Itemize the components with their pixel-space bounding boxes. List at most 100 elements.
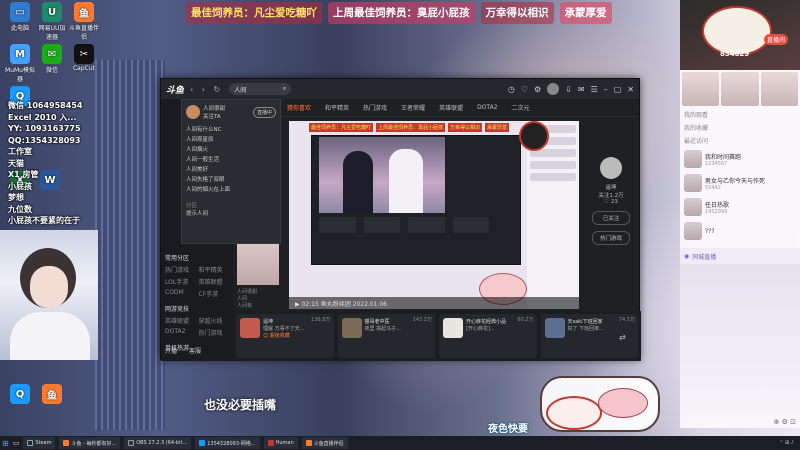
chat-section-watching[interactable]: 我的观看 [680,108,800,121]
preview-card[interactable]: 136.8万 遥坤 理解 万事不了天... ☺ 超级收藏 [236,314,334,358]
thumbnail[interactable] [682,72,720,106]
taskbar-item-label: Steam [35,440,52,446]
follow-button[interactable]: 已关注 [592,211,630,225]
avatar[interactable] [600,157,622,179]
tab-peace-elite[interactable]: 和平精英 [325,103,349,112]
taskbar-item[interactable]: 1354328093-网络... [195,437,260,449]
list-item[interactable]: ??? [680,219,800,243]
mini-list-item[interactable]: 人间很甜 [237,289,281,296]
overlay-line: 工作室 [8,147,32,156]
suggested-user[interactable]: 人间很甜 关注TA 直播中 [186,104,276,120]
avatar[interactable] [547,83,560,95]
desktop-icon-mumu[interactable]: M MuMu模拟器 [4,44,36,83]
preview-card[interactable]: 60.2万 开心麻花经典小品 [开心麻花]... [439,314,537,358]
nested-chat-line [530,173,576,181]
uu-accelerator-icon: U [42,2,62,22]
search-icon[interactable]: ⌕ [283,85,286,93]
suggestion-item[interactable]: 人间有什么NC [186,125,276,135]
list-item-title: 我和时间赛跑 [705,153,742,161]
sidebar-item[interactable]: 穿越火线 [199,316,230,325]
overlay-contact-list: 微信 1064958454 Excel 2010 入... YY: 109316… [8,100,108,227]
gift-icon[interactable]: ✉ [578,85,585,94]
stamp-icon [546,396,602,430]
dropdown-section-title: 分区 [186,203,198,209]
suggestion-item[interactable]: 人间美好 [186,165,276,175]
banner-fortunate: 万幸得以相识 [480,2,554,24]
close-icon[interactable]: ✕ [627,85,634,94]
maximize-icon[interactable]: ▢ [614,85,622,94]
desktop-icon-uu[interactable]: U 网易UU加速器 [36,2,68,41]
chat-corner-icons[interactable]: ⊕ ⚙ ⊡ [774,418,796,426]
video-player[interactable]: 最佳饲养员：凡尘爱吃糖吖 上周最佳饲养员：臭屁小屁孩 万幸得以相识 承蒙厚爱 ▶… [289,121,579,309]
hot-games-button[interactable]: 热门游戏 [592,231,630,245]
history-icon[interactable]: ◷ [508,85,515,94]
desktop-icon-capcut[interactable]: ✂ CapCut [68,44,100,72]
live-room-button[interactable]: 直播间 [764,34,789,45]
sidebar-item[interactable]: LOL手游 [165,277,196,286]
sidebar-item[interactable]: DOTA2 [165,328,196,337]
taskbar-item[interactable]: Steam [23,437,56,449]
list-item-sub: 1452999 [705,208,728,215]
settings-icon[interactable]: ⚙ [534,85,541,94]
mini-list-item[interactable]: 人间有 [237,303,281,310]
preview-card[interactable]: 143.2万 猫哥老中医 夜里 揭起马子... [337,314,435,358]
suggestion-item[interactable]: 人间烟火 [186,145,276,155]
tab-hot-games[interactable]: 热门游戏 [363,103,387,112]
tab-dota2[interactable]: DOTA2 [477,104,497,111]
taskbar-item[interactable]: OBS 27.2.3 (64-bit... [124,437,192,449]
suggestion-item[interactable]: 人间一般生活 [186,155,276,165]
desktop-icon-qq-bottom[interactable]: Q [4,384,36,405]
sidebar-item[interactable]: 英雄联盟 [165,316,196,325]
thumbnail[interactable] [721,72,759,106]
menu-icon[interactable]: ☰ [591,85,598,94]
list-item[interactable]: 任日热歌 1452999 [680,195,800,219]
sidebar-item[interactable]: 英雄联盟 [199,277,230,286]
windows-start-icon[interactable]: ⊞ [2,439,9,448]
suggestion-item[interactable]: 提示人间 [186,209,276,219]
live-status-button[interactable]: 直播中 [252,106,276,118]
performer-right [389,149,423,213]
tab-honor-of-kings[interactable]: 王者荣耀 [401,103,425,112]
sidebar-group-title[interactable]: 常用分区 [165,253,229,262]
desktop-icon-douyu-bottom[interactable]: 鱼 [36,384,68,405]
tab-anime[interactable]: 二次元 [512,103,530,112]
list-item[interactable]: 男女与乙你今天与作死 55442 [680,171,800,195]
refresh-icon[interactable]: ⇄ [619,333,626,342]
go-live-button[interactable]: 开播 [165,346,177,355]
heart-icon[interactable]: ♡ [521,85,528,94]
same-city-live-bar[interactable]: ◉ 同城直播 [680,248,800,264]
thumbnail[interactable] [760,72,798,106]
sidebar-item[interactable]: 和平精英 [199,265,230,274]
chat-section-recent[interactable]: 最近访问 [680,134,800,147]
mumu-icon: M [10,44,30,64]
sidebar-group-title[interactable]: 网游竞技 [165,304,229,313]
minimize-icon[interactable]: – [604,85,608,94]
nav-arrows[interactable]: ‹ › ↻ [190,85,223,94]
sidebar-item[interactable]: CODM [165,289,196,298]
desktop-icon-wechat[interactable]: ✉ 微信 [36,44,68,74]
desktop-icon-douyu[interactable]: 鱼 斗鱼直播伴侣 [68,2,100,41]
desktop-icon-computer[interactable]: ▭ 此电脑 [4,2,36,32]
list-item[interactable]: 我和时间赛跑 1234567 [680,147,800,171]
mini-list-item[interactable]: 人间 [237,296,281,303]
suggestion-item[interactable]: 人间观星辰 [186,135,276,145]
tab-recommended[interactable]: 猜你喜欢 [287,103,311,112]
list-item-title: 男女与乙你今天与作死 [705,177,766,185]
taskbar-item[interactable]: 斗鱼 - 每秒都有好... [59,437,121,449]
taskbar-item[interactable]: 斗鱼直播伴侣 [301,437,348,449]
system-tray[interactable]: ⌃ ⊞ ♪ [779,440,800,446]
douyu-icon: 鱼 [74,2,94,22]
suggestion-item[interactable]: 人间的烟火在上面 [186,185,276,195]
search-input[interactable]: 人间 ⌕ [229,83,292,95]
download-icon[interactable]: ⇩ [565,85,572,94]
tab-lol[interactable]: 英雄联盟 [439,103,463,112]
support-button[interactable]: 客服 [189,346,201,355]
sidebar-item[interactable]: 热门游戏 [165,265,196,274]
sidebar-item[interactable]: 热门游戏 [199,328,230,337]
suggestion-item[interactable]: 人间失格了双眼 [186,175,276,185]
taskbar-item[interactable]: Human [263,437,298,449]
chat-section-favorites[interactable]: 我的收藏 [680,121,800,134]
douyu-icon [63,440,70,446]
sidebar-item[interactable]: CF手游 [199,289,230,298]
taskview-icon[interactable]: ▭ [13,439,20,447]
